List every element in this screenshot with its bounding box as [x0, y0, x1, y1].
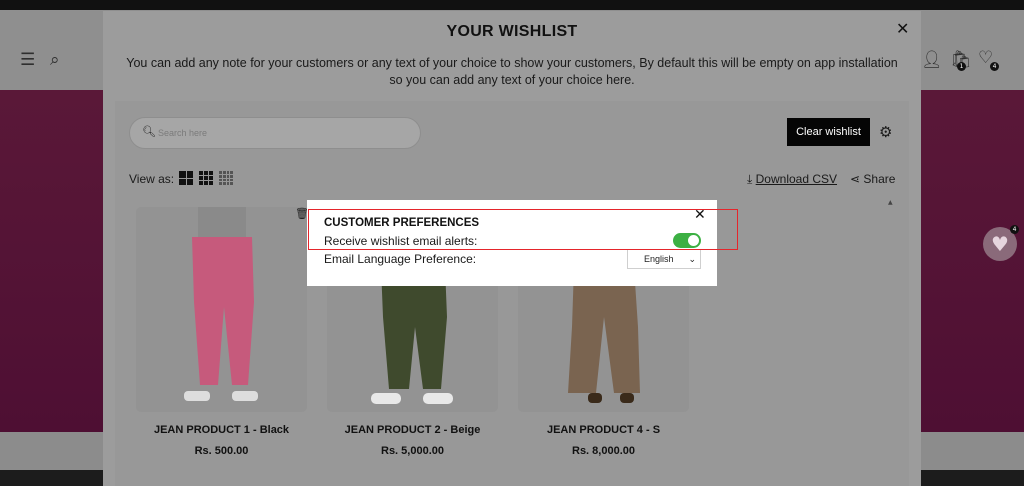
download-csv-link[interactable]: ⤓ Download CSV: [747, 172, 837, 187]
share-label: Share: [863, 172, 896, 186]
gear-icon[interactable]: ⚙: [879, 123, 892, 141]
product-title[interactable]: JEAN PRODUCT 1 - Black: [136, 424, 307, 436]
floating-wishlist-badge: 4: [1010, 225, 1019, 234]
wishlist-count-badge: 4: [990, 62, 999, 71]
toggle-knob: [688, 235, 699, 246]
close-icon[interactable]: ✕: [694, 207, 706, 223]
customer-preferences-popup: ✕ CUSTOMER PREFERENCES Receive wishlist …: [307, 200, 717, 286]
chevron-down-icon: ⌄: [688, 254, 696, 264]
grid-2-column-icon[interactable]: [179, 171, 193, 185]
grid-3-column-icon[interactable]: [199, 171, 213, 185]
search-icon: 🔍︎: [142, 125, 156, 138]
email-alerts-label: Receive wishlist email alerts:: [324, 234, 478, 248]
product-card-image[interactable]: [136, 207, 307, 412]
account-icon[interactable]: 👤︎: [921, 50, 943, 70]
preferences-title: CUSTOMER PREFERENCES: [324, 217, 480, 229]
share-icon: ⋖: [850, 172, 864, 186]
view-as-label: View as:: [129, 172, 175, 186]
download-icon: ⤓: [747, 172, 756, 186]
product-price: Rs. 5,000.00: [381, 445, 444, 457]
product-price: Rs. 8,000.00: [572, 445, 635, 457]
email-language-select[interactable]: English ⌄: [627, 249, 701, 269]
product-title[interactable]: JEAN PRODUCT 4 - S: [518, 424, 689, 436]
clear-wishlist-button[interactable]: Clear wishlist: [787, 118, 870, 146]
language-value: English: [644, 254, 674, 264]
share-link[interactable]: ⋖ Share: [850, 172, 895, 186]
cart-count-badge: 1: [957, 62, 966, 71]
search-box[interactable]: 🔍︎: [129, 117, 421, 149]
modal-note: You can add any note for your customers …: [126, 56, 898, 87]
grid-4-column-icon[interactable]: [219, 171, 233, 185]
modal-close-icon[interactable]: ✕: [896, 19, 909, 38]
search-input[interactable]: [158, 123, 408, 143]
product-title[interactable]: JEAN PRODUCT 2 - Beige: [327, 424, 498, 436]
scroll-up-arrow-icon[interactable]: ▲: [888, 199, 893, 206]
email-alerts-toggle[interactable]: [673, 233, 701, 248]
top-bar: [0, 0, 1024, 10]
hamburger-menu-icon[interactable]: ☰: [20, 50, 35, 70]
product-price: Rs. 500.00: [194, 445, 249, 457]
product-photo: [184, 207, 258, 401]
search-icon[interactable]: ⌕: [50, 50, 60, 70]
modal-title: YOUR WISHLIST: [446, 23, 578, 40]
email-language-label: Email Language Preference:: [324, 252, 477, 266]
download-csv-label: Download CSV: [755, 172, 838, 186]
